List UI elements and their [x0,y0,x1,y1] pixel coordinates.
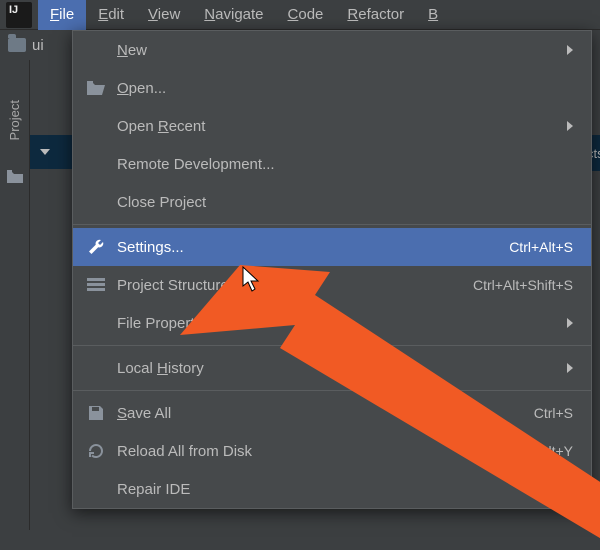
file-menu-open-recent[interactable]: Open Recent [73,107,591,145]
file-menu-repair-ide[interactable]: Repair IDE [73,470,591,508]
file-menu-close-project[interactable]: Close Project [73,183,591,221]
menu-separator [73,224,591,225]
tree-node-selected[interactable] [30,135,75,169]
file-menu-project-structure[interactable]: Project Structure... Ctrl+Alt+Shift+S [73,266,591,304]
project-tree [30,60,75,530]
wrench-icon [85,236,107,258]
project-structure-icon [85,274,107,296]
open-folder-icon [85,77,107,99]
file-menu-file-properties[interactable]: File Properties [73,304,591,342]
blank-icon [85,357,107,379]
breadcrumb-text: ui [32,37,44,54]
file-menu-save-all[interactable]: Save All Ctrl+S [73,394,591,432]
file-menu-open[interactable]: Open... [73,69,591,107]
submenu-arrow-icon [567,121,573,131]
project-rail-icon [7,170,23,183]
menu-separator [73,390,591,391]
file-menu-settings[interactable]: Settings... Ctrl+Alt+S [73,228,591,266]
shortcut-text: Ctrl+Alt+Shift+S [473,277,573,293]
left-tool-rail: Project [0,60,30,530]
file-menu-remote-development[interactable]: Remote Development... [73,145,591,183]
project-tool-button[interactable]: Project [7,100,22,140]
reload-icon [85,440,107,462]
menu-refactor[interactable]: Refactor [335,0,416,30]
submenu-arrow-icon [567,363,573,373]
blank-icon [85,312,107,334]
folder-icon [8,38,26,52]
save-icon [85,402,107,424]
blank-icon [85,115,107,137]
menu-separator [73,345,591,346]
menu-edit[interactable]: Edit [86,0,136,30]
file-menu-local-history[interactable]: Local History [73,349,591,387]
blank-icon [85,191,107,213]
menu-navigate[interactable]: Navigate [192,0,275,30]
blank-icon [85,39,107,61]
ide-logo: IJ [6,2,32,28]
file-menu-new[interactable]: New [73,31,591,69]
main-menu-bar: IJ File Edit View Navigate Code Refactor… [0,0,600,30]
menu-more[interactable]: B [416,0,450,30]
shortcut-text: Ctrl+S [534,405,573,421]
submenu-arrow-icon [567,318,573,328]
menu-view[interactable]: View [136,0,192,30]
menu-code[interactable]: Code [276,0,336,30]
menu-file[interactable]: File [38,0,86,30]
submenu-arrow-icon [567,45,573,55]
blank-icon [85,153,107,175]
file-menu-dropdown: New Open... Open Recent Remote Developme… [72,30,592,509]
blank-icon [85,478,107,500]
chevron-down-icon [40,149,50,155]
file-menu-reload-all[interactable]: Reload All from Disk Ctrl+Alt+Y [73,432,591,470]
shortcut-text: Ctrl+Alt+Y [509,443,573,459]
shortcut-text: Ctrl+Alt+S [509,239,573,255]
